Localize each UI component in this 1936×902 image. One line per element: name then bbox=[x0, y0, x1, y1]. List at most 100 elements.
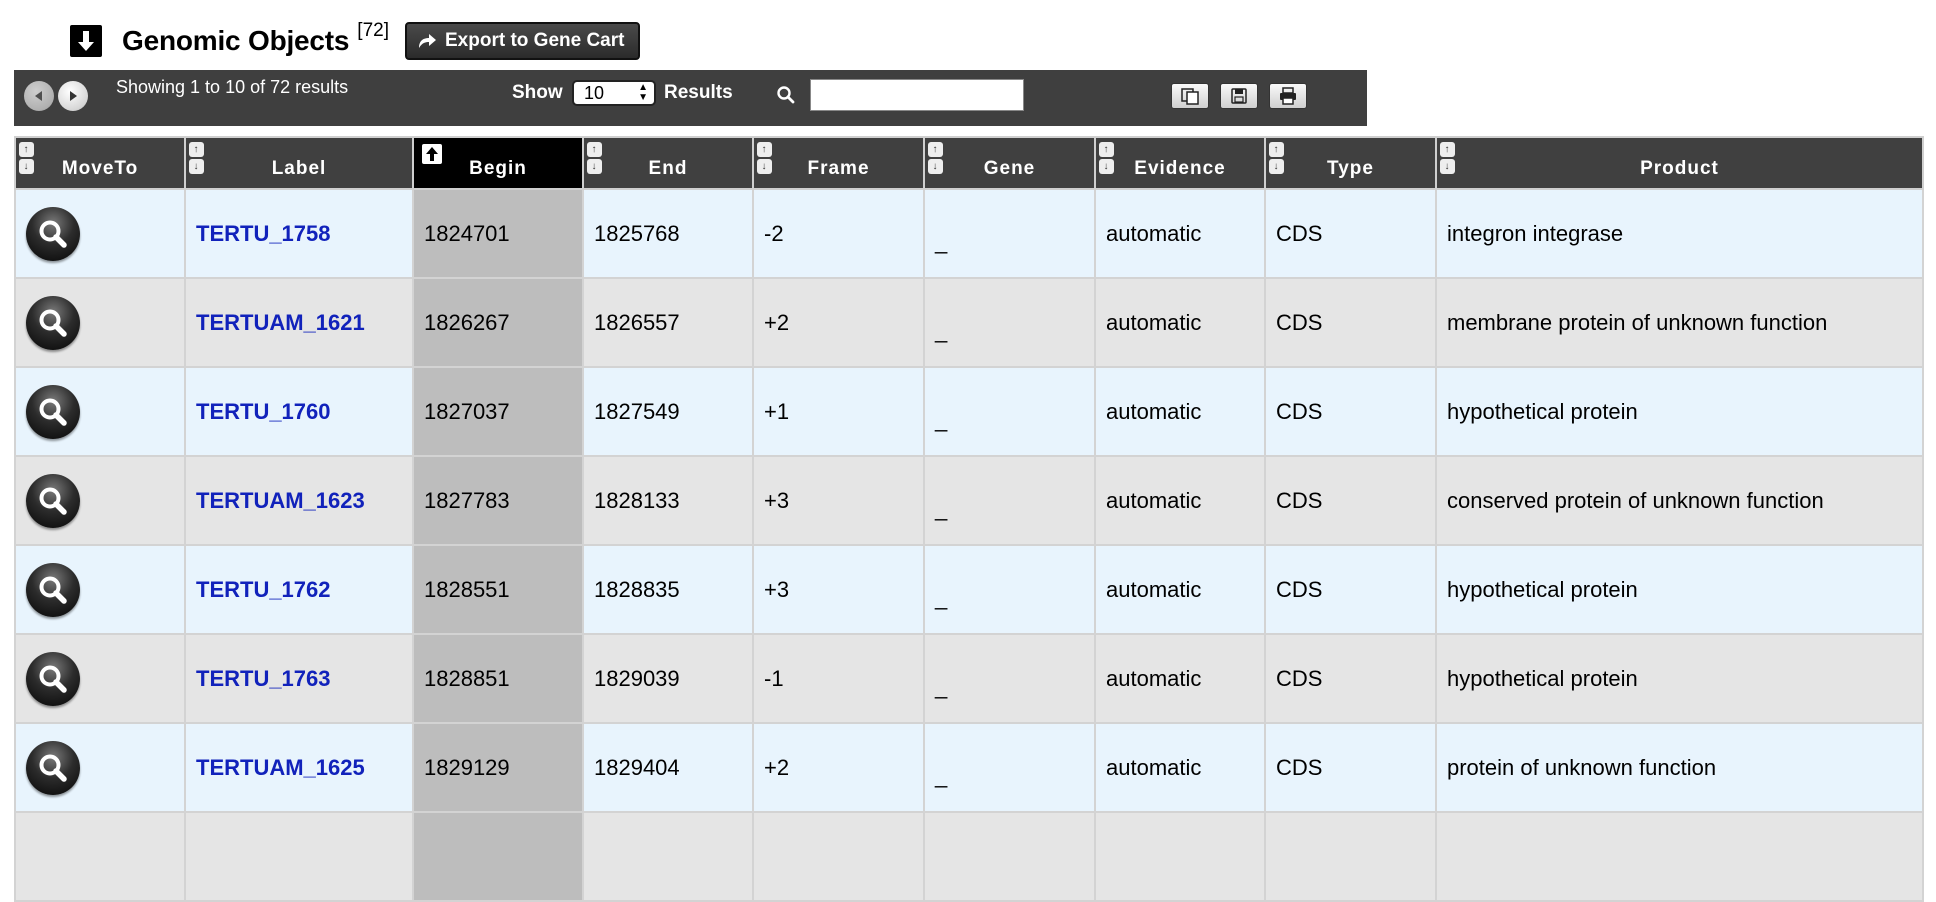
gene-cell: _ bbox=[923, 544, 1096, 635]
magnifier-icon[interactable] bbox=[26, 384, 80, 439]
gene-label-link[interactable]: TERTU_1758 bbox=[196, 221, 331, 246]
column-header-label: Evidence bbox=[1134, 158, 1226, 179]
label-cell: TERTU_1763 bbox=[184, 633, 414, 724]
end-cell: 1827549 bbox=[582, 366, 754, 457]
type-value: CDS bbox=[1276, 576, 1323, 602]
column-header-gene[interactable]: ↑ ↓ Gene bbox=[923, 136, 1096, 190]
gene-label-link[interactable]: TERTUAM_1623 bbox=[196, 488, 365, 513]
label-cell: TERTUAM_1621 bbox=[184, 277, 414, 368]
prev-page-icon[interactable] bbox=[24, 81, 54, 111]
type-cell: CDS bbox=[1264, 633, 1437, 724]
evidence-value: automatic bbox=[1106, 754, 1202, 780]
gene-label-link[interactable]: TERTU_1760 bbox=[196, 399, 331, 424]
column-header-label[interactable]: ↑ ↓ Label bbox=[184, 136, 414, 190]
genomic-objects-table: ↑ ↓ MoveTo ↑ ↓ Label Begin ↑ ↓ End ↑ ↓ Frame ↑ ↓ Gene ↑ ↓… bbox=[14, 136, 1924, 902]
sort-toggle-icon[interactable]: ↑ ↓ bbox=[587, 142, 603, 174]
evidence-cell: automatic bbox=[1094, 544, 1266, 635]
print-icon[interactable] bbox=[1269, 83, 1307, 109]
begin-value: 1828851 bbox=[424, 665, 510, 691]
end-value: 1828133 bbox=[594, 487, 680, 513]
product-cell: protein of unknown function bbox=[1435, 722, 1924, 813]
gene-cell: _ bbox=[923, 722, 1096, 813]
column-header-begin[interactable]: Begin bbox=[412, 136, 584, 190]
gene-label-link[interactable]: TERTUAM_1621 bbox=[196, 310, 365, 335]
magnifier-icon[interactable] bbox=[26, 206, 80, 261]
table-row: TERTUAM_1621 1826267 1826557 +2 _ automatic CD… bbox=[14, 277, 1924, 368]
save-icon[interactable] bbox=[1220, 83, 1258, 109]
sort-toggle-icon[interactable]: ↑ ↓ bbox=[1269, 142, 1285, 174]
end-value: 1828835 bbox=[594, 576, 680, 602]
gene-cell: _ bbox=[923, 277, 1096, 368]
copy-icon[interactable] bbox=[1171, 83, 1209, 109]
column-header-evidence[interactable]: ↑ ↓ Evidence bbox=[1094, 136, 1266, 190]
gene-label-link[interactable]: TERTU_1763 bbox=[196, 666, 331, 691]
magnifier-icon[interactable] bbox=[26, 740, 80, 795]
search-input[interactable] bbox=[810, 79, 1024, 111]
moveto-cell bbox=[14, 366, 186, 457]
moveto-cell bbox=[14, 633, 186, 724]
frame-value: -2 bbox=[764, 220, 784, 246]
product-value: integron integrase bbox=[1447, 220, 1624, 246]
sort-toggle-icon[interactable]: ↑ ↓ bbox=[757, 142, 773, 174]
end-cell: 1829404 bbox=[582, 722, 754, 813]
column-header-moveto[interactable]: ↑ ↓ MoveTo bbox=[14, 136, 186, 190]
evidence-cell: automatic bbox=[1094, 188, 1266, 279]
type-cell: CDS bbox=[1264, 722, 1437, 813]
frame-cell: +2 bbox=[752, 277, 925, 368]
column-header-product[interactable]: ↑ ↓ Product bbox=[1435, 136, 1924, 190]
page-size-select[interactable]: 10 ▲ ▼ bbox=[572, 80, 656, 106]
begin-value: 1828551 bbox=[424, 576, 510, 602]
gene-label-link[interactable]: TERTUAM_1625 bbox=[196, 755, 365, 780]
arrow-down-icon[interactable] bbox=[70, 25, 102, 57]
gene-cell: _ bbox=[923, 366, 1096, 457]
section-header: Genomic Objects [72] Export to Gene Cart bbox=[70, 20, 641, 60]
sort-toggle-icon[interactable]: ↑ ↓ bbox=[189, 142, 205, 174]
section-title: Genomic Objects bbox=[122, 25, 350, 56]
gene-value: _ bbox=[935, 762, 948, 788]
frame-cell: -1 bbox=[752, 633, 925, 724]
column-header-type[interactable]: ↑ ↓ Type bbox=[1264, 136, 1437, 190]
frame-cell: +3 bbox=[752, 544, 925, 635]
export-to-gene-cart-button[interactable]: Export to Gene Cart bbox=[405, 22, 641, 60]
type-value: CDS bbox=[1276, 220, 1323, 246]
table-header-row: ↑ ↓ MoveTo ↑ ↓ Label Begin ↑ ↓ End ↑ ↓ Frame ↑ ↓ Gene ↑ ↓… bbox=[14, 136, 1924, 190]
sort-ascending-icon[interactable] bbox=[422, 144, 442, 164]
sort-toggle-icon[interactable]: ↑ ↓ bbox=[19, 142, 35, 174]
gene-label-link[interactable]: TERTU_1762 bbox=[196, 577, 331, 602]
end-value: 1829039 bbox=[594, 665, 680, 691]
results-label: Results bbox=[664, 82, 733, 103]
sort-toggle-icon[interactable]: ↑ ↓ bbox=[928, 142, 944, 174]
magnifier-icon[interactable] bbox=[26, 651, 80, 706]
sort-toggle-icon[interactable]: ↑ ↓ bbox=[1440, 142, 1456, 174]
show-label: Show bbox=[512, 82, 563, 103]
label-cell: TERTU_1758 bbox=[184, 188, 414, 279]
sort-toggle-icon[interactable]: ↑ ↓ bbox=[1099, 142, 1115, 174]
magnifier-icon[interactable] bbox=[26, 473, 80, 528]
type-cell: CDS bbox=[1264, 277, 1437, 368]
table-body: TERTU_1758 1824701 1825768 -2 _ automatic CDS i… bbox=[14, 188, 1924, 902]
frame-cell: +2 bbox=[752, 722, 925, 813]
gene-cell: _ bbox=[923, 633, 1096, 724]
end-value: 1825768 bbox=[594, 220, 680, 246]
begin-cell: 1824701 bbox=[412, 188, 584, 279]
next-page-icon[interactable] bbox=[58, 81, 88, 111]
moveto-cell bbox=[14, 544, 186, 635]
column-header-frame[interactable]: ↑ ↓ Frame bbox=[752, 136, 925, 190]
frame-cell: +3 bbox=[752, 455, 925, 546]
type-value: CDS bbox=[1276, 309, 1323, 335]
column-header-end[interactable]: ↑ ↓ End bbox=[582, 136, 754, 190]
product-cell bbox=[1435, 811, 1924, 902]
frame-value: +2 bbox=[764, 754, 790, 780]
gene-value: _ bbox=[935, 228, 948, 254]
magnifier-icon[interactable] bbox=[26, 562, 80, 617]
end-cell: 1828133 bbox=[582, 455, 754, 546]
label-cell: TERTUAM_1623 bbox=[184, 455, 414, 546]
evidence-cell: automatic bbox=[1094, 366, 1266, 457]
type-value: CDS bbox=[1276, 754, 1323, 780]
end-cell: 1828835 bbox=[582, 544, 754, 635]
evidence-value: automatic bbox=[1106, 487, 1202, 513]
product-value: protein of unknown function bbox=[1447, 754, 1717, 780]
product-cell: hypothetical protein bbox=[1435, 633, 1924, 724]
column-header-label: Product bbox=[1640, 158, 1719, 179]
magnifier-icon[interactable] bbox=[26, 295, 80, 350]
